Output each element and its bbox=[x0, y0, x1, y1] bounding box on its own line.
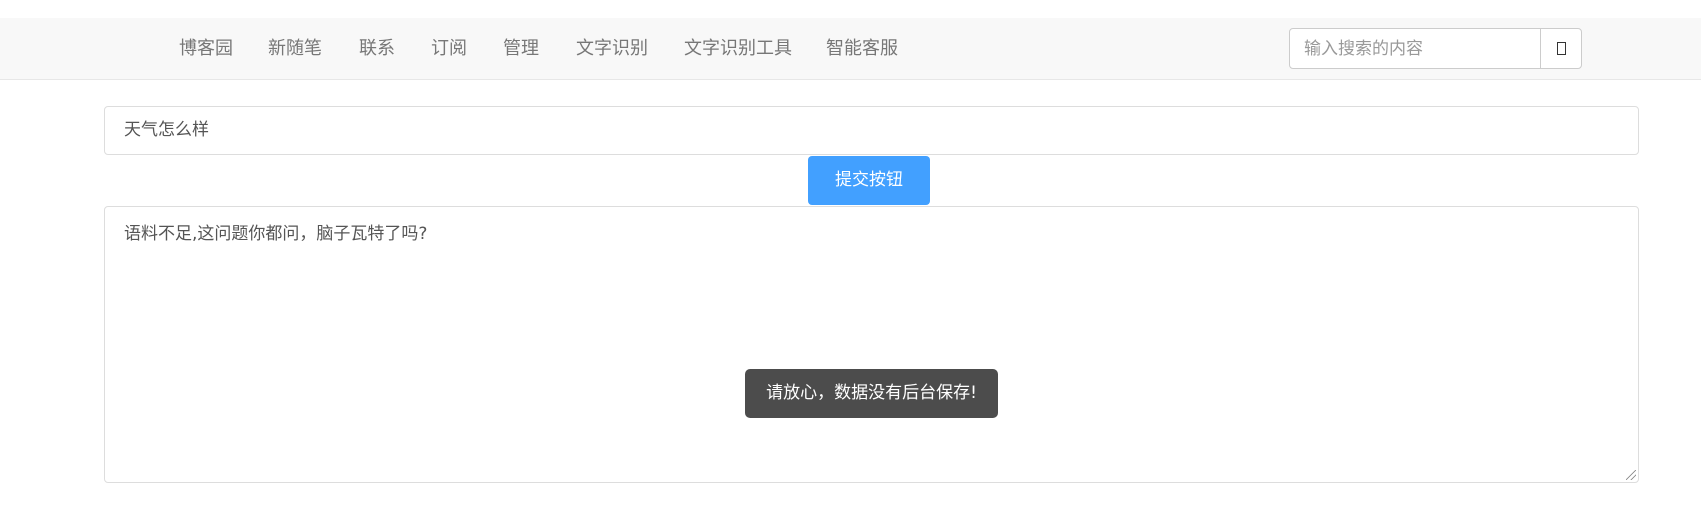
search-group bbox=[1289, 28, 1582, 69]
nav-item-ocr[interactable]: 文字识别 bbox=[576, 18, 648, 79]
nav-item-subscribe[interactable]: 订阅 bbox=[431, 18, 467, 79]
search-icon bbox=[1557, 42, 1566, 55]
nav-item-blog-home[interactable]: 博客园 bbox=[179, 18, 233, 79]
answer-textarea[interactable]: 语料不足,这问题你都问，脑子瓦特了吗? bbox=[104, 206, 1639, 483]
search-input[interactable] bbox=[1290, 29, 1540, 68]
answer-text: 语料不足,这问题你都问，脑子瓦特了吗? bbox=[124, 224, 428, 244]
submit-button[interactable]: 提交按钮 bbox=[808, 156, 930, 205]
nav-item-manage[interactable]: 管理 bbox=[503, 18, 539, 79]
nav-item-new-post[interactable]: 新随笔 bbox=[268, 18, 322, 79]
nav-item-smart-service[interactable]: 智能客服 bbox=[826, 18, 898, 79]
search-button[interactable] bbox=[1540, 29, 1582, 68]
nav-item-ocr-tool[interactable]: 文字识别工具 bbox=[684, 18, 792, 79]
toast-message: 请放心，数据没有后台保存! bbox=[745, 369, 998, 418]
resize-handle-icon[interactable] bbox=[1626, 470, 1636, 480]
nav-item-contact[interactable]: 联系 bbox=[359, 18, 395, 79]
navbar: 博客园 新随笔 联系 订阅 管理 文字识别 文字识别工具 智能客服 bbox=[0, 18, 1701, 80]
question-input[interactable]: 天气怎么样 bbox=[104, 106, 1639, 155]
